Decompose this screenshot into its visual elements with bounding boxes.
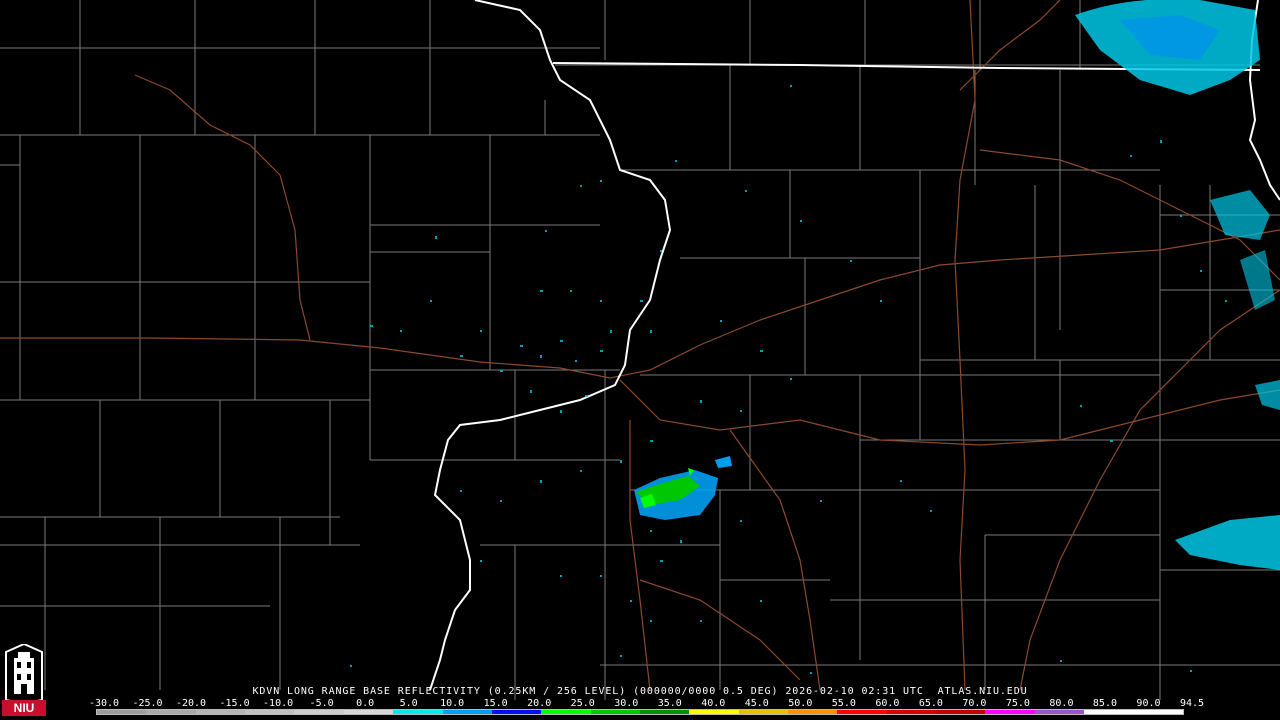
scale-tick-label: 15.0 [483,698,508,709]
scale-tick-label: 55.0 [831,698,856,709]
scale-tick-label: 90.0 [1136,698,1161,709]
scale-tick-label: 80.0 [1049,698,1074,709]
colorbar-swatch [936,710,986,714]
colorbar-swatch [886,710,937,714]
colorbar-swatch [639,710,690,714]
colorbar-swatch [245,710,295,714]
scale-tick-label: 40.0 [701,698,726,709]
scale-tick-label: -15.0 [219,698,250,709]
product-caption: KDVN LONG RANGE BASE REFLECTIVITY (0.25K… [0,686,1280,697]
scale-tick-label: 10.0 [440,698,465,709]
colorbar-swatch [837,710,887,714]
colorbar-swatch [1084,710,1134,714]
scale-tick-label: 85.0 [1092,698,1117,709]
colorbar-swatch [393,710,443,714]
reflectivity-colorbar [96,709,1184,715]
colorbar-swatch [985,710,1035,714]
scale-tick-label: 20.0 [527,698,552,709]
scale-tick-label: 45.0 [744,698,769,709]
scale-tick-label: 35.0 [657,698,682,709]
reflectivity-scale-ticks: -30.0 -25.0 -20.0 -15.0 -10.0 -5.0 0.0 5.0 10.0 1… [89,698,1204,709]
colorbar-swatch [294,710,344,714]
scale-tick-label: 30.0 [614,698,639,709]
scale-tick-label: 65.0 [918,698,943,709]
colorbar-swatch [442,710,492,714]
radar-map [0,0,1280,720]
scale-tick-label: 70.0 [962,698,987,709]
station-id: KDVN [252,686,281,697]
colorbar-swatch [590,710,640,714]
scale-tick-label: -5.0 [309,698,334,709]
niu-logo-text: NIU [2,700,46,716]
scale-tick-label: -25.0 [132,698,163,709]
colorbar-swatch [1133,710,1183,714]
scale-tick-label: 0.0 [356,698,375,709]
colorbar-swatch [738,710,789,714]
colorbar-swatch [195,710,246,714]
scale-tick-label: -30.0 [88,698,120,709]
colorbar-swatch [1034,710,1085,714]
colorbar-swatch [491,710,542,714]
colorbar-swatch [541,710,591,714]
scale-tick-label: 94.5 [1179,698,1205,709]
scale-tick-label: -10.0 [263,698,294,709]
colorbar-swatch [97,710,147,714]
source-site: ATLAS.NIU.EDU [937,686,1028,697]
colorbar-swatch [146,710,196,714]
scale-tick-label: 50.0 [788,698,813,709]
scale-tick-label: 5.0 [399,698,418,709]
colorbar-swatch [343,710,394,714]
colorbar-swatch [788,710,838,714]
scale-tick-label: 60.0 [875,698,900,709]
scale-tick-label: -20.0 [175,698,207,709]
colorbar-swatch [689,710,739,714]
scan-datetime: 2026-02-10 02:31 UTC [785,686,924,697]
product-description: LONG RANGE BASE REFLECTIVITY (0.25KM / 2… [287,686,779,697]
scale-tick-label: 25.0 [570,698,595,709]
scale-tick-label: 75.0 [1005,698,1030,709]
